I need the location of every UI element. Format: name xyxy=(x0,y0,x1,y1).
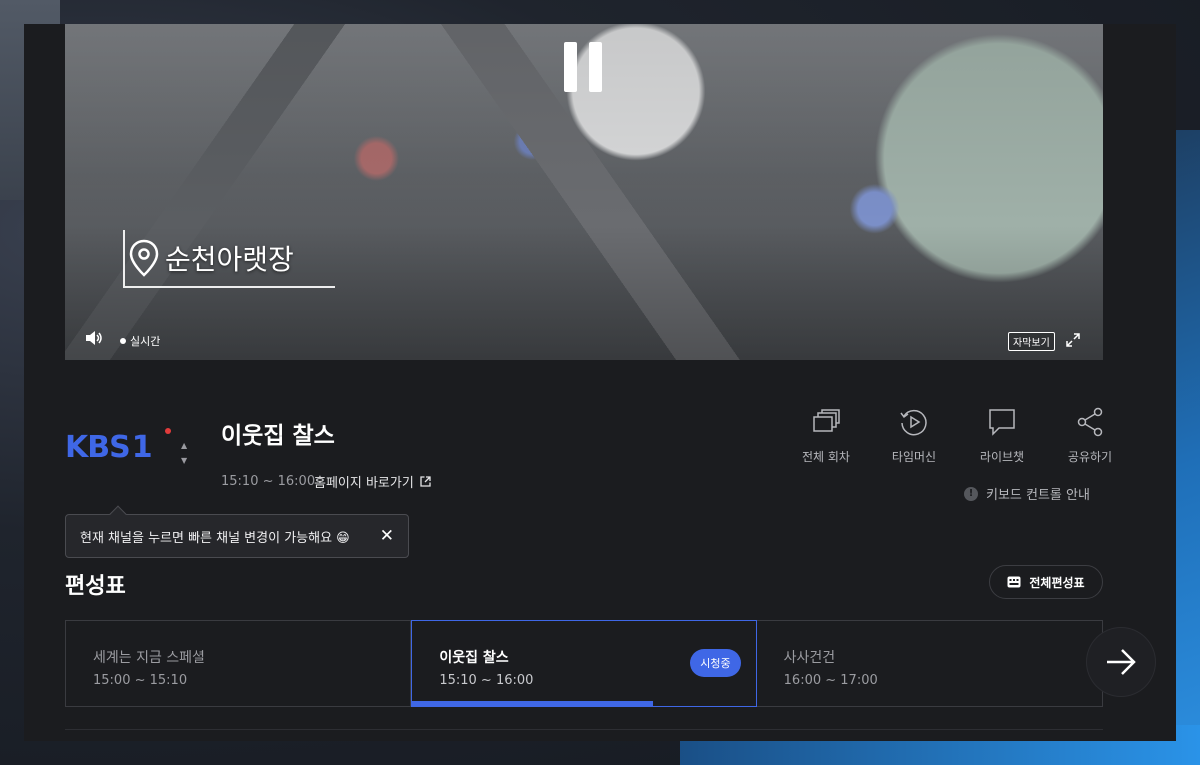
program-progress-bar xyxy=(412,701,755,706)
schedule-item-time: 15:00 ~ 15:10 xyxy=(93,673,188,688)
schedule-list: 세계는 지금 스페셜 15:00 ~ 15:10 이웃집 찰스 15:10 ~ … xyxy=(65,620,1103,707)
location-caption-text: 순천아랫장 xyxy=(165,243,294,276)
schedule-item-title: 사사건건 xyxy=(783,650,836,666)
video-player[interactable]: 순천아랫장 실시간 자막보기 xyxy=(65,24,1103,360)
schedule-item-current[interactable]: 이웃집 찰스 15:10 ~ 16:00 시청중 xyxy=(411,620,757,707)
schedule-next-button[interactable] xyxy=(1087,628,1155,696)
arrow-right-icon xyxy=(1107,649,1136,675)
tooltip-message: 현재 채널을 누르면 빠른 채널 변경이 가능해요 😁 xyxy=(80,530,350,546)
channel-up-icon[interactable]: ▲ xyxy=(181,438,187,453)
schedule-grid-icon xyxy=(1007,576,1021,588)
homepage-link[interactable]: 홈페이지 바로가기 xyxy=(314,472,431,491)
timemachine-button[interactable]: 타임머신 xyxy=(870,406,958,465)
full-schedule-button[interactable]: 전체편성표 xyxy=(989,565,1103,599)
share-button[interactable]: 공유하기 xyxy=(1046,406,1134,465)
episodes-icon xyxy=(813,409,840,432)
program-time: 15:10 ~ 16:00 xyxy=(221,474,316,489)
location-pin-icon xyxy=(129,239,159,277)
external-link-icon xyxy=(420,476,431,487)
livechat-button[interactable]: 라이브챗 xyxy=(958,406,1046,465)
all-episodes-label: 전체 회차 xyxy=(802,450,850,464)
all-episodes-button[interactable]: 전체 회차 xyxy=(782,406,870,465)
live-indicator: 실시간 xyxy=(120,333,160,349)
live-dot-icon xyxy=(120,338,126,344)
live-player-panel: 순천아랫장 실시간 자막보기 KBS 1 ▲ ▼ 이웃집 찰스 15:10 ~ … xyxy=(24,24,1176,741)
channel-logo-text: KBS xyxy=(65,430,131,465)
fullscreen-icon[interactable] xyxy=(1065,332,1081,352)
program-progress-fill xyxy=(412,701,653,706)
full-schedule-label: 전체편성표 xyxy=(1029,575,1085,590)
timemachine-icon xyxy=(900,409,927,436)
homepage-link-text: 홈페이지 바로가기 xyxy=(314,476,414,491)
livechat-label: 라이브챗 xyxy=(979,450,1025,464)
channel-switch[interactable]: ▲ ▼ xyxy=(181,438,187,468)
close-icon[interactable]: ✕ xyxy=(380,526,394,546)
now-watching-badge: 시청중 xyxy=(690,649,741,677)
keyboard-guide-link[interactable]: ! 키보드 컨트롤 안내 xyxy=(964,484,1090,503)
volume-icon[interactable] xyxy=(85,330,103,350)
channel-live-dot-icon xyxy=(165,428,171,434)
chat-icon xyxy=(989,409,1015,436)
location-caption: 순천아랫장 xyxy=(123,230,335,288)
keyboard-guide-label: 키보드 컨트롤 안내 xyxy=(986,488,1090,503)
program-actions: 전체 회차 타임머신 라이브챗 공유하기 xyxy=(782,406,1134,465)
share-icon xyxy=(1077,407,1103,437)
schedule-item[interactable]: 세계는 지금 스페셜 15:00 ~ 15:10 xyxy=(66,621,412,706)
live-label-text: 실시간 xyxy=(130,335,161,348)
channel-down-icon[interactable]: ▼ xyxy=(181,453,187,468)
schedule-item-time: 16:00 ~ 17:00 xyxy=(783,673,878,688)
channel-logo[interactable]: KBS 1 xyxy=(65,428,171,465)
pause-icon[interactable] xyxy=(563,42,603,92)
subtitle-button[interactable]: 자막보기 xyxy=(1008,332,1055,351)
channel-tip-tooltip: 현재 채널을 누르면 빠른 채널 변경이 가능해요 😁 ✕ xyxy=(65,514,409,558)
channel-logo-number: 1 xyxy=(131,430,153,465)
info-icon: ! xyxy=(964,486,978,501)
share-label: 공유하기 xyxy=(1067,450,1113,464)
divider xyxy=(65,729,1103,730)
schedule-item[interactable]: 사사건건 16:00 ~ 17:00 xyxy=(757,621,1102,706)
program-title: 이웃집 찰스 xyxy=(221,423,335,449)
schedule-item-title: 세계는 지금 스페셜 xyxy=(93,650,205,666)
timemachine-label: 타임머신 xyxy=(891,450,937,464)
schedule-title: 편성표 xyxy=(65,574,126,599)
